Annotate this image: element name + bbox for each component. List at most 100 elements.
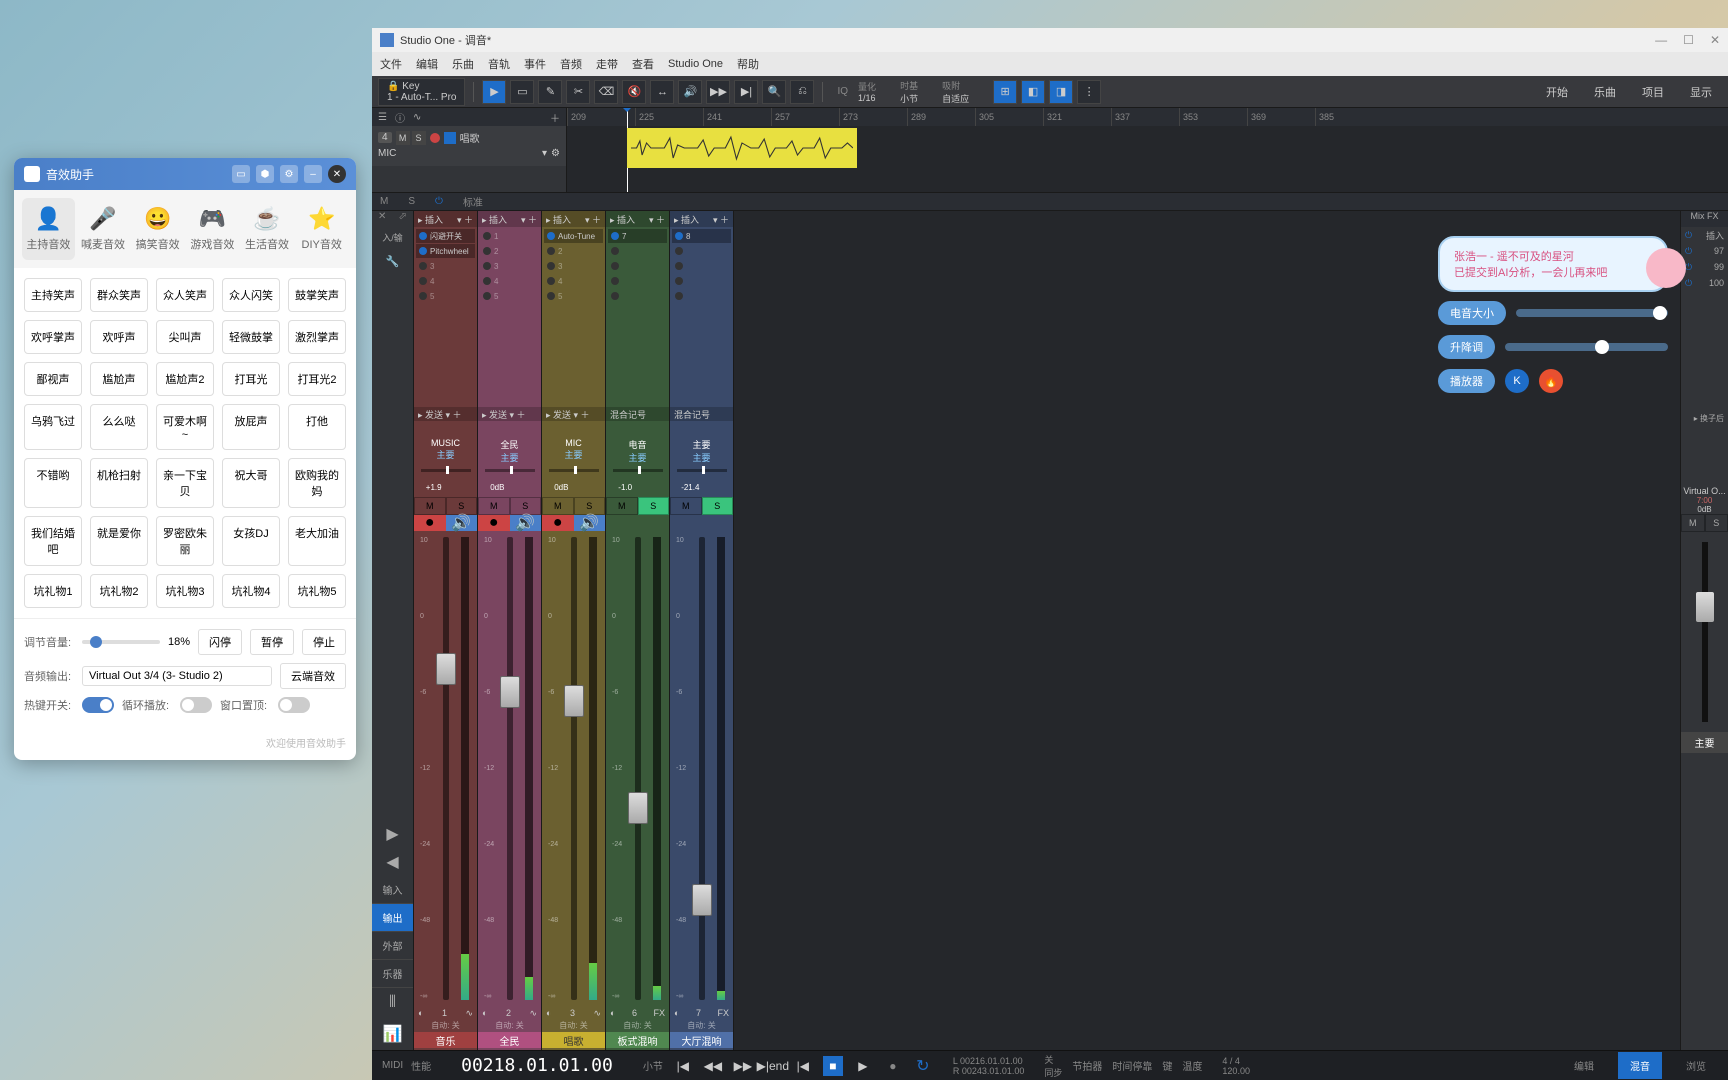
sfx-sound-button[interactable]: 打耳光 (222, 362, 280, 396)
track-header[interactable]: 4 MS 唱歌 MIC ▾ ⚙ (372, 126, 566, 166)
monitor-icon[interactable] (444, 132, 456, 144)
sfx-sound-button[interactable]: 鄙视声 (24, 362, 82, 396)
list-icon[interactable]: ☰ (378, 112, 387, 123)
menu-item[interactable]: 查看 (632, 56, 654, 72)
flash-stop-button[interactable]: 闪停 (198, 629, 242, 655)
timeline[interactable]: 209225241257273289305321337353369385 (567, 108, 1728, 192)
sfx-sound-button[interactable]: 主持笑声 (24, 278, 82, 312)
zoom-tool-icon[interactable]: 🔍 (762, 80, 786, 104)
sfx-tab[interactable]: ☕生活音效 (241, 198, 294, 260)
snap-mode2-icon[interactable]: ◧ (1021, 80, 1045, 104)
sfx-sound-button[interactable]: 欢呼掌声 (24, 320, 82, 354)
sfx-sound-button[interactable]: 放屁声 (222, 404, 280, 450)
sfx-sound-button[interactable]: 打耳光2 (288, 362, 346, 396)
snap-mode4-icon[interactable]: ⋮ (1077, 80, 1101, 104)
mixer-section-button[interactable]: 外部 (372, 932, 413, 960)
toolbar-text-button[interactable]: 乐曲 (1584, 80, 1626, 104)
sfx-sound-button[interactable]: 群众笑声 (90, 278, 148, 312)
record-icon[interactable]: ● (883, 1056, 903, 1076)
sfx-sound-button[interactable]: 众人闪笑 (222, 278, 280, 312)
snap-mode3-icon[interactable]: ◨ (1049, 80, 1073, 104)
mixer-section-button[interactable]: 输出 (372, 904, 413, 932)
sfx-sound-button[interactable]: 众人笑声 (156, 278, 214, 312)
snap-mode1-icon[interactable]: ⊞ (993, 80, 1017, 104)
back-icon[interactable]: |◀ (793, 1056, 813, 1076)
sfx-sound-button[interactable]: 不错哟 (24, 458, 82, 508)
fader-thumb[interactable] (436, 653, 456, 685)
pause-button[interactable]: 暂停 (250, 629, 294, 655)
loop-toggle[interactable] (180, 697, 212, 713)
audio-clip[interactable] (627, 128, 857, 168)
listen-tool-icon[interactable]: 🔊 (678, 80, 702, 104)
mute-tool-icon[interactable]: 🔇 (622, 80, 646, 104)
fader-thumb[interactable] (692, 884, 712, 916)
bend-tool-icon[interactable]: ↔ (650, 80, 674, 104)
add-track-icon[interactable]: ＋ (550, 110, 560, 125)
mixer-section-button[interactable]: 输入 (372, 876, 413, 904)
draw-tool-icon[interactable]: ✎ (538, 80, 562, 104)
menu-item[interactable]: 文件 (380, 56, 402, 72)
toolbar-text-button[interactable]: 开始 (1536, 80, 1578, 104)
info-icon[interactable]: ⓘ (395, 110, 405, 125)
chart-icon[interactable]: 📊 (383, 1026, 403, 1043)
eaudio-size-button[interactable]: 电音大小 (1438, 301, 1506, 325)
sfx-sound-button[interactable]: 坑礼物5 (288, 574, 346, 608)
main-time-display[interactable]: 00218.01.01.00 (461, 1055, 613, 1076)
sfx-sound-button[interactable]: 坑礼物3 (156, 574, 214, 608)
sfx-sound-button[interactable]: 尖叫声 (156, 320, 214, 354)
ch-rec-icon[interactable]: ● (414, 515, 446, 531)
mixer-section-button[interactable]: 乐器 (372, 960, 413, 988)
sfx-sound-button[interactable]: 女孩DJ (222, 516, 280, 566)
toolbar-text-button[interactable]: 显示 (1680, 80, 1722, 104)
sfx-sound-button[interactable]: 坑礼物2 (90, 574, 148, 608)
player-button[interactable]: 播放器 (1438, 369, 1495, 393)
play-icon[interactable]: ▶ (853, 1056, 873, 1076)
erase-tool-icon[interactable]: ⌫ (594, 80, 618, 104)
sfx-sound-button[interactable]: 我们结婚吧 (24, 516, 82, 566)
sfx-sound-button[interactable]: 欢呼声 (90, 320, 148, 354)
ch-rec-icon[interactable]: ● (542, 515, 574, 531)
fader-thumb[interactable] (628, 792, 648, 824)
ontop-toggle[interactable] (278, 697, 310, 713)
sfx-settings-icon[interactable]: ⚙ (280, 165, 298, 183)
menu-item[interactable]: 音频 (560, 56, 582, 72)
close-mixer-icon[interactable]: ✕ (378, 211, 386, 227)
transport-tab[interactable]: 编辑 (1562, 1052, 1606, 1079)
window-minimize-icon[interactable]: — (1655, 33, 1667, 47)
window-close-icon[interactable]: ✕ (1710, 33, 1720, 47)
expand-mixer-icon[interactable]: ⬀ (399, 211, 407, 227)
master-fader[interactable] (1696, 592, 1714, 622)
range-tool-icon[interactable]: ▭ (510, 80, 534, 104)
window-maximize-icon[interactable]: ☐ (1683, 33, 1694, 47)
pitch-button[interactable]: 升降调 (1438, 335, 1495, 359)
sfx-sound-button[interactable]: 尴尬声2 (156, 362, 214, 396)
sfx-close-icon[interactable]: ✕ (328, 165, 346, 183)
sfx-sound-button[interactable]: 就是爱你 (90, 516, 148, 566)
sfx-sound-button[interactable]: 罗密欧朱丽 (156, 516, 214, 566)
k-icon[interactable]: K (1505, 369, 1529, 393)
sfx-sound-button[interactable]: 么么哒 (90, 404, 148, 450)
stop-button[interactable]: 停止 (302, 629, 346, 655)
sfx-sound-button[interactable]: 坑礼物1 (24, 574, 82, 608)
automation-icon[interactable]: ∿ (413, 112, 421, 123)
ch-mon-icon[interactable]: 🔊 (574, 515, 606, 531)
menu-item[interactable]: 走带 (596, 56, 618, 72)
play2-tool-icon[interactable]: ▶| (734, 80, 758, 104)
fader-thumb[interactable] (500, 676, 520, 708)
sfx-tab[interactable]: 🎤喊麦音效 (77, 198, 130, 260)
menu-item[interactable]: 帮助 (737, 56, 759, 72)
sfx-sound-button[interactable]: 祝大哥 (222, 458, 280, 508)
forward-end-icon[interactable]: ▶|end (763, 1056, 783, 1076)
menu-item[interactable]: 编辑 (416, 56, 438, 72)
ch-mon-icon[interactable]: 🔊 (446, 515, 478, 531)
menu-item[interactable]: 音轨 (488, 56, 510, 72)
arrow-tool-icon[interactable]: ▶ (482, 80, 506, 104)
action-tool-icon[interactable]: ⎌ (790, 80, 814, 104)
cloud-sfx-button[interactable]: 云端音效 (280, 663, 346, 689)
rewind-start-icon[interactable]: |◀ (673, 1056, 693, 1076)
arrow-right-icon[interactable]: ▶ (386, 826, 398, 843)
sfx-sound-button[interactable]: 尴尬声 (90, 362, 148, 396)
sfx-tab[interactable]: 🎮游戏音效 (186, 198, 239, 260)
sfx-pin-icon[interactable]: ⬢ (256, 165, 274, 183)
meter-icon[interactable]: ⫴ (389, 994, 396, 1011)
